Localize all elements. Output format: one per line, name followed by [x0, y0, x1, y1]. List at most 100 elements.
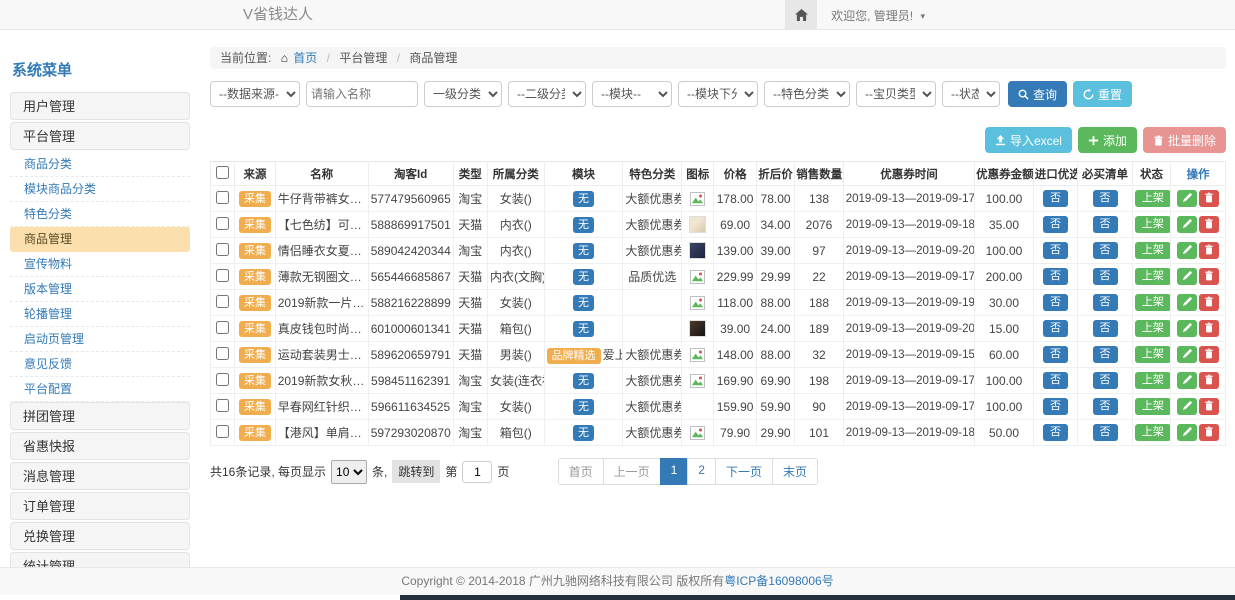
must-buy-toggle[interactable]: 否 — [1093, 424, 1118, 441]
row-checkbox[interactable] — [216, 373, 229, 386]
delete-button[interactable] — [1199, 398, 1219, 415]
breadcrumb-item-platform[interactable]: 平台管理 — [339, 51, 387, 65]
edit-button[interactable] — [1177, 242, 1197, 259]
edit-button[interactable] — [1177, 320, 1197, 337]
status-badge[interactable]: 上架 — [1135, 294, 1171, 311]
filter-select-7[interactable]: --宝贝类型-- — [856, 81, 936, 107]
import-excel-button[interactable]: 导入excel — [985, 127, 1072, 153]
delete-button[interactable] — [1199, 320, 1219, 337]
query-button[interactable]: 查询 — [1008, 81, 1067, 107]
status-badge[interactable]: 上架 — [1135, 398, 1171, 415]
user-menu[interactable]: 欢迎您, 管理员! ▾ — [831, 7, 925, 24]
status-badge[interactable]: 上架 — [1135, 372, 1171, 389]
edit-button[interactable] — [1177, 294, 1197, 311]
filter-select-4[interactable]: --模块-- — [592, 81, 672, 107]
sidebar-item-15[interactable]: 订单管理 — [10, 492, 190, 520]
must-buy-toggle[interactable]: 否 — [1093, 398, 1118, 415]
must-buy-toggle[interactable]: 否 — [1093, 372, 1118, 389]
delete-button[interactable] — [1199, 294, 1219, 311]
sidebar-item-17[interactable]: 统计管理 — [10, 552, 190, 567]
sidebar-item-5[interactable]: 商品管理 — [10, 227, 190, 252]
home-button[interactable] — [785, 0, 817, 30]
must-buy-toggle[interactable]: 否 — [1093, 216, 1118, 233]
sidebar-item-1[interactable]: 平台管理 — [10, 122, 190, 150]
edit-button[interactable] — [1177, 190, 1197, 207]
edit-button[interactable] — [1177, 216, 1197, 233]
sidebar-item-6[interactable]: 宣传物料 — [10, 252, 190, 277]
import-toggle[interactable]: 否 — [1043, 242, 1068, 259]
row-checkbox[interactable] — [216, 321, 229, 334]
select-all-checkbox[interactable] — [216, 166, 229, 179]
sidebar-item-7[interactable]: 版本管理 — [10, 277, 190, 302]
pager-item-2[interactable]: 1 — [660, 458, 689, 485]
sidebar-item-0[interactable]: 用户管理 — [10, 92, 190, 120]
jump-page-input[interactable] — [462, 461, 492, 483]
filter-select-2[interactable]: 一级分类 — [424, 81, 502, 107]
sidebar-item-14[interactable]: 消息管理 — [10, 462, 190, 490]
sidebar-item-8[interactable]: 轮播管理 — [10, 302, 190, 327]
row-checkbox[interactable] — [216, 425, 229, 438]
must-buy-toggle[interactable]: 否 — [1093, 346, 1118, 363]
delete-button[interactable] — [1199, 424, 1219, 441]
status-badge[interactable]: 上架 — [1135, 242, 1171, 259]
sidebar-item-3[interactable]: 模块商品分类 — [10, 177, 190, 202]
icp-link[interactable]: 粤ICP备16098006号 — [724, 574, 833, 588]
status-badge[interactable]: 上架 — [1135, 216, 1171, 233]
delete-button[interactable] — [1199, 216, 1219, 233]
pager-item-1[interactable]: 上一页 — [603, 458, 661, 485]
delete-button[interactable] — [1199, 372, 1219, 389]
must-buy-toggle[interactable]: 否 — [1093, 268, 1118, 285]
import-toggle[interactable]: 否 — [1043, 268, 1068, 285]
import-toggle[interactable]: 否 — [1043, 294, 1068, 311]
pager-item-4[interactable]: 下一页 — [715, 458, 773, 485]
sidebar-item-4[interactable]: 特色分类 — [10, 202, 190, 227]
must-buy-toggle[interactable]: 否 — [1093, 242, 1118, 259]
import-toggle[interactable]: 否 — [1043, 346, 1068, 363]
pager-item-0[interactable]: 首页 — [558, 458, 604, 485]
filter-select-6[interactable]: --特色分类-- — [764, 81, 850, 107]
import-toggle[interactable]: 否 — [1043, 424, 1068, 441]
filter-select-5[interactable]: --模块下分类-- — [678, 81, 758, 107]
sidebar-item-9[interactable]: 启动页管理 — [10, 327, 190, 352]
row-checkbox[interactable] — [216, 243, 229, 256]
page-size-select[interactable]: 10 — [331, 460, 367, 484]
sidebar-item-2[interactable]: 商品分类 — [10, 152, 190, 177]
import-toggle[interactable]: 否 — [1043, 372, 1068, 389]
edit-button[interactable] — [1177, 424, 1197, 441]
name-search-input[interactable] — [306, 81, 418, 107]
status-badge[interactable]: 上架 — [1135, 346, 1171, 363]
batch-delete-button[interactable]: 批量删除 — [1143, 127, 1226, 153]
reset-button[interactable]: 重置 — [1073, 81, 1132, 107]
row-checkbox[interactable] — [216, 399, 229, 412]
row-checkbox[interactable] — [216, 347, 229, 360]
import-toggle[interactable]: 否 — [1043, 190, 1068, 207]
breadcrumb-home-link[interactable]: 首页 — [293, 51, 317, 65]
add-button[interactable]: 添加 — [1078, 127, 1137, 153]
status-badge[interactable]: 上架 — [1135, 190, 1171, 207]
row-checkbox[interactable] — [216, 295, 229, 308]
delete-button[interactable] — [1199, 268, 1219, 285]
pager-item-3[interactable]: 2 — [687, 458, 716, 485]
sidebar-item-16[interactable]: 兑换管理 — [10, 522, 190, 550]
sidebar-item-10[interactable]: 意见反馈 — [10, 352, 190, 377]
delete-button[interactable] — [1199, 190, 1219, 207]
edit-button[interactable] — [1177, 398, 1197, 415]
row-checkbox[interactable] — [216, 217, 229, 230]
filter-select-0[interactable]: --数据来源-- — [210, 81, 300, 107]
status-badge[interactable]: 上架 — [1135, 320, 1171, 337]
row-checkbox[interactable] — [216, 269, 229, 282]
status-badge[interactable]: 上架 — [1135, 268, 1171, 285]
edit-button[interactable] — [1177, 268, 1197, 285]
status-badge[interactable]: 上架 — [1135, 424, 1171, 441]
sidebar-item-11[interactable]: 平台配置 — [10, 377, 190, 402]
edit-button[interactable] — [1177, 372, 1197, 389]
import-toggle[interactable]: 否 — [1043, 216, 1068, 233]
delete-button[interactable] — [1199, 346, 1219, 363]
import-toggle[interactable]: 否 — [1043, 320, 1068, 337]
row-checkbox[interactable] — [216, 191, 229, 204]
must-buy-toggle[interactable]: 否 — [1093, 320, 1118, 337]
must-buy-toggle[interactable]: 否 — [1093, 294, 1118, 311]
sidebar-item-12[interactable]: 拼团管理 — [10, 402, 190, 430]
pager-item-5[interactable]: 末页 — [772, 458, 818, 485]
must-buy-toggle[interactable]: 否 — [1093, 190, 1118, 207]
